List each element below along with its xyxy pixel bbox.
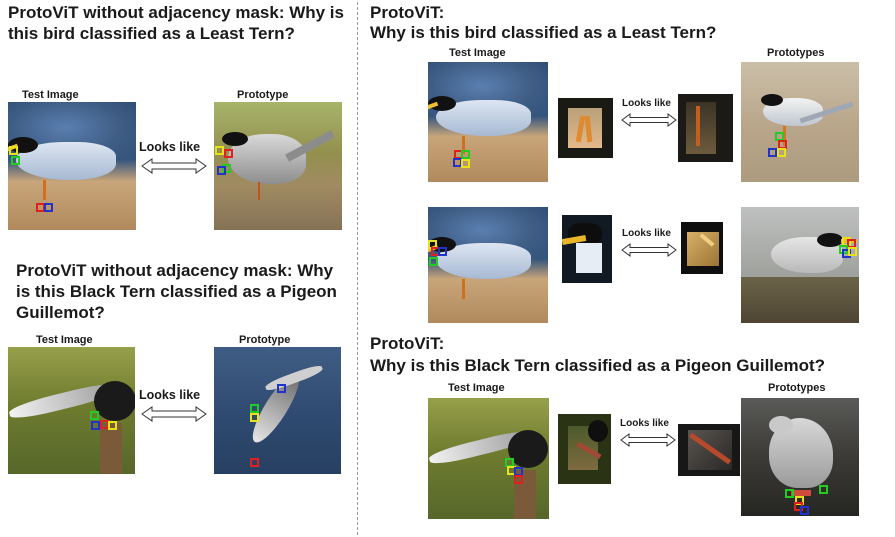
double-arrow-icon [141, 406, 207, 422]
left-panel2-prototype-image [214, 347, 341, 474]
right-panel2-title-line1: ProtoViT: [370, 334, 445, 353]
right-panel2-title-line2: Why is this Black Tern classified as a P… [370, 356, 826, 375]
right-panel2-looks-like: Looks like [620, 418, 669, 429]
left-panel1-title: ProtoViT without adjacency mask: Why is … [8, 3, 344, 43]
right-panel2-test-patch [558, 414, 611, 484]
right-panel1-test-label: Test Image [449, 47, 506, 59]
right-panel2-test-label: Test Image [448, 382, 505, 394]
right-panel2-proto-label: Prototypes [768, 382, 826, 394]
double-arrow-icon [621, 113, 677, 127]
left-panel2-test-image [8, 347, 135, 474]
double-arrow-icon [621, 243, 677, 257]
right-panel2-prototype-image [741, 398, 859, 516]
right-panel1-title-line1: ProtoViT: [370, 3, 445, 22]
right-row2-test-patch [562, 215, 612, 283]
left-panel2-test-label: Test Image [36, 334, 93, 346]
right-row1-prototype-patch [678, 94, 733, 162]
right-row1-looks-like: Looks like [622, 98, 671, 109]
right-row2-looks-like: Looks like [622, 228, 671, 239]
right-panel2-test-image [428, 398, 549, 519]
right-row2-prototype-image [741, 207, 859, 323]
left-panel1-prototype-image [214, 102, 342, 230]
right-row1-test-image [428, 62, 548, 182]
left-panel1-test-image [8, 102, 136, 230]
left-panel1-test-label: Test Image [22, 89, 79, 101]
left-panel2-title: ProtoViT without adjacency mask: Why is … [16, 261, 337, 322]
right-panel1-title-line2: Why is this bird classified as a Least T… [370, 23, 717, 42]
double-arrow-icon [141, 158, 207, 174]
left-panel2-looks-like: Looks like [139, 388, 201, 402]
right-row2-test-image [428, 207, 548, 323]
right-row2-prototype-patch [681, 222, 723, 274]
double-arrow-icon [620, 433, 676, 447]
column-divider [357, 2, 358, 535]
left-panel2-proto-label: Prototype [239, 334, 291, 346]
right-row1-test-patch [558, 98, 613, 158]
right-row1-prototype-image [741, 62, 859, 182]
right-panel2-prototype-patch [678, 424, 740, 476]
right-panel1-proto-label: Prototypes [767, 47, 825, 59]
left-panel1-proto-label: Prototype [237, 89, 289, 101]
left-panel1-looks-like: Looks like [139, 140, 201, 154]
